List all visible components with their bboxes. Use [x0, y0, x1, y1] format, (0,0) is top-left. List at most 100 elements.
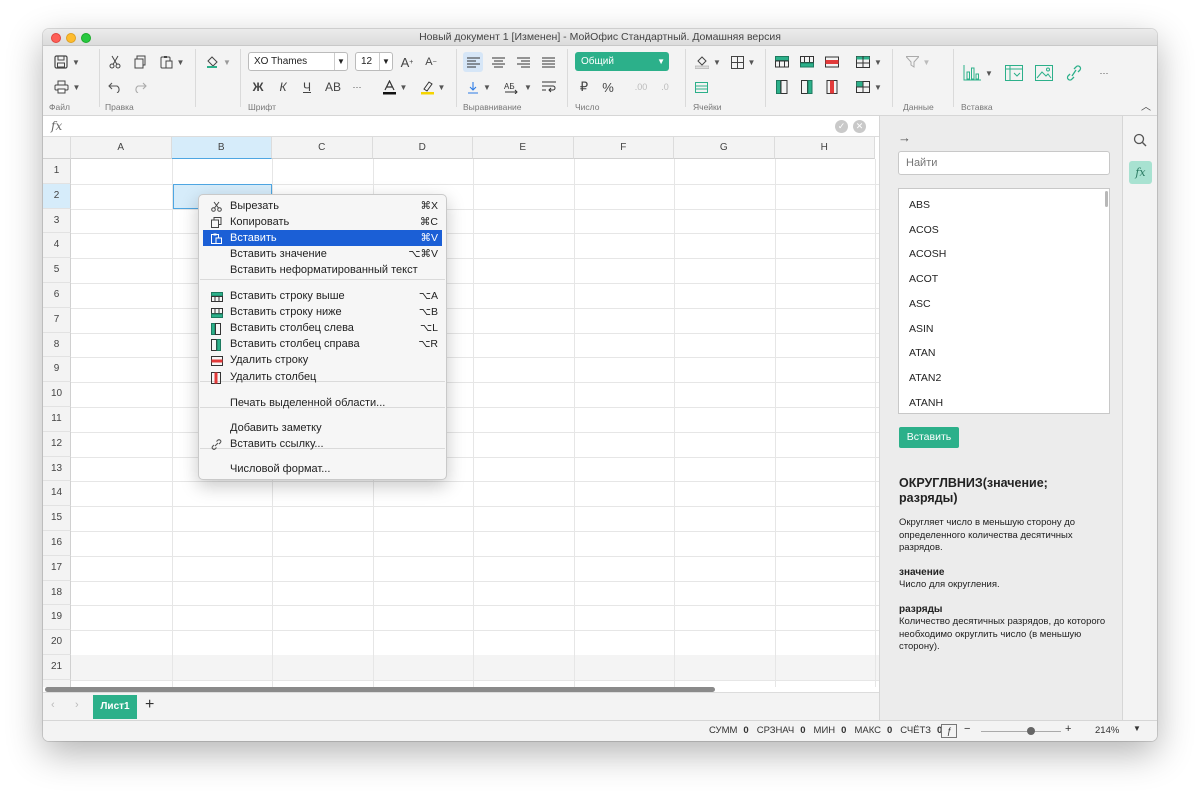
zoom-level[interactable]: 214% — [1095, 725, 1119, 736]
function-item-atan2[interactable]: ATAN2 — [909, 372, 941, 384]
highlight-color-button[interactable]: ▼ — [417, 77, 449, 97]
merge-cells-button[interactable] — [693, 77, 709, 97]
increase-font-button[interactable]: А + — [399, 52, 415, 72]
number-format-select[interactable]: Общий ▼ — [575, 52, 669, 71]
row-header-20[interactable]: 20 — [43, 630, 71, 655]
arrow-right-icon[interactable]: → — [898, 130, 911, 145]
insert-row-above-button[interactable] — [773, 52, 791, 72]
sheet-tab-1[interactable]: Лист1 — [93, 695, 137, 719]
row-header-17[interactable]: 17 — [43, 555, 71, 581]
zoom-out-button[interactable]: − — [964, 723, 970, 735]
cell-insert-button[interactable]: ▼ — [853, 77, 885, 97]
zoom-window-button[interactable] — [81, 33, 91, 43]
insert-column-left-button[interactable] — [773, 77, 791, 97]
print-button[interactable]: ▼ — [51, 77, 83, 97]
function-item-acot[interactable]: ACOT — [909, 273, 938, 285]
text-rotation-button[interactable]: АБ ▼ — [501, 77, 535, 97]
row-header-9[interactable]: 9 — [43, 357, 71, 383]
align-right-button[interactable] — [513, 52, 533, 72]
insert-row-below-button[interactable] — [798, 52, 816, 72]
function-search-input[interactable] — [898, 151, 1110, 175]
increase-decimals-button[interactable]: .0 — [655, 77, 675, 97]
cut-button[interactable] — [106, 52, 124, 72]
search-icon[interactable] — [1133, 133, 1147, 147]
row-header-1[interactable]: 1 — [43, 159, 71, 184]
row-header-12[interactable]: 12 — [43, 431, 71, 457]
row-header-16[interactable]: 16 — [43, 531, 71, 556]
borders-button[interactable]: ▼ — [728, 52, 758, 72]
column-header-d[interactable]: D — [372, 137, 473, 159]
save-button[interactable]: ▼ — [51, 52, 83, 72]
decrease-decimals-button[interactable]: .00 — [631, 77, 651, 97]
decrease-font-button[interactable]: А − — [423, 52, 439, 72]
function-item-acos[interactable]: ACOS — [909, 224, 939, 236]
row-header-4[interactable]: 4 — [43, 233, 71, 259]
function-item-asin[interactable]: ASIN — [909, 323, 934, 335]
row-header-14[interactable]: 14 — [43, 481, 71, 507]
align-justify-button[interactable] — [538, 52, 558, 72]
row-header-6[interactable]: 6 — [43, 283, 71, 308]
menu-item-8[interactable]: Вставить столбец слева ⌥L — [203, 320, 442, 336]
select-all-corner[interactable] — [43, 137, 71, 159]
collapse-ribbon-button[interactable]: ︿ — [1139, 98, 1153, 113]
insert-image-button[interactable] — [1033, 63, 1055, 83]
row-header-22[interactable]: 22 — [43, 679, 71, 687]
font-size-select[interactable]: 12 ▼ — [355, 52, 393, 71]
zoom-menu-chevron-icon[interactable]: ▼ — [1133, 724, 1141, 733]
add-sheet-button[interactable]: + — [145, 696, 154, 714]
function-item-abs[interactable]: ABS — [909, 199, 930, 211]
column-header-c[interactable]: C — [272, 137, 373, 159]
delete-column-button[interactable] — [823, 77, 841, 97]
menu-item-11[interactable]: Удалить столбец — [203, 369, 442, 385]
row-header-5[interactable]: 5 — [43, 258, 71, 283]
format-painter-button[interactable]: ▼ — [203, 52, 233, 72]
row-header-11[interactable]: 11 — [43, 407, 71, 432]
italic-button[interactable]: К — [275, 77, 291, 97]
function-item-acosh[interactable]: ACOSH — [909, 248, 946, 260]
delete-row-button[interactable] — [823, 52, 841, 72]
function-list-scrollbar[interactable] — [1105, 191, 1108, 207]
more-font-options-button[interactable]: ··· — [349, 77, 365, 97]
function-item-asc[interactable]: ASC — [909, 298, 931, 310]
menu-item-4[interactable]: Вставить значение ⌥⌘V — [203, 246, 442, 262]
strikethrough-button[interactable]: АВ — [323, 77, 343, 97]
minimize-window-button[interactable] — [66, 33, 76, 43]
copy-button[interactable] — [131, 52, 149, 72]
zoom-slider[interactable] — [981, 731, 1061, 732]
align-left-button[interactable] — [463, 52, 483, 72]
align-center-button[interactable] — [488, 52, 508, 72]
menu-item-13[interactable]: Добавить заметку — [203, 420, 442, 436]
formula-input[interactable] — [71, 117, 831, 135]
menu-item-12[interactable]: Печать выделенной области... — [203, 395, 442, 411]
menu-item-9[interactable]: Вставить столбец справа ⌥R — [203, 336, 442, 352]
zoom-slider-handle[interactable] — [1027, 727, 1035, 735]
menu-item-1[interactable]: Вырезать ⌘X — [203, 198, 442, 214]
functions-panel-icon[interactable]: fx — [1129, 161, 1152, 184]
column-header-e[interactable]: E — [473, 137, 574, 159]
close-window-button[interactable] — [51, 33, 61, 43]
insert-chart-button[interactable]: ▼ — [961, 63, 995, 83]
redo-button[interactable] — [131, 77, 149, 97]
currency-format-button[interactable]: ₽ — [575, 77, 593, 97]
menu-item-7[interactable]: Вставить строку ниже ⌥B — [203, 304, 442, 320]
undo-button[interactable] — [106, 77, 124, 97]
filter-button[interactable]: ▼ — [903, 52, 933, 72]
row-header-2[interactable]: 2 — [43, 183, 71, 209]
confirm-formula-icon[interactable]: ✓ — [835, 120, 848, 133]
row-header-7[interactable]: 7 — [43, 307, 71, 333]
underline-button[interactable]: Ч — [299, 77, 315, 97]
column-header-g[interactable]: G — [674, 137, 775, 159]
cancel-formula-icon[interactable]: ✕ — [853, 120, 866, 133]
formula-mode-icon[interactable]: ƒ — [941, 724, 957, 738]
wrap-text-button[interactable] — [539, 77, 559, 97]
paste-button[interactable]: ▼ — [156, 52, 188, 72]
prev-sheet-icon[interactable]: ‹ — [51, 699, 55, 711]
menu-item-15[interactable]: Числовой формат... — [203, 461, 442, 477]
insert-function-button[interactable]: Вставить — [899, 427, 959, 448]
table-style-button[interactable]: ▼ — [853, 52, 885, 72]
row-header-10[interactable]: 10 — [43, 382, 71, 407]
menu-item-5[interactable]: Вставить неформатированный текст — [203, 262, 442, 278]
menu-item-3[interactable]: Вставить ⌘V — [203, 230, 442, 246]
row-header-8[interactable]: 8 — [43, 332, 71, 358]
function-list[interactable]: ABS ACOS ACOSH ACOT ASC ASIN ATAN ATAN2 ATANH — [898, 188, 1110, 414]
